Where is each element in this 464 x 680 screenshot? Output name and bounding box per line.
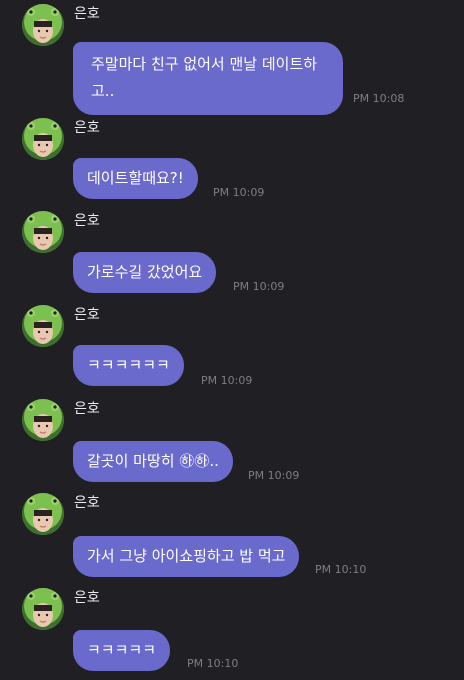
message-bubble[interactable]: 가로수길 갔었어요 [73, 252, 217, 293]
frog-hat-avatar-icon [22, 588, 64, 630]
frog-hat-avatar-icon [22, 4, 64, 46]
message-timestamp: PM 10:10 [315, 563, 367, 576]
sender-name: 은호 [74, 401, 100, 417]
frog-hat-avatar-icon [22, 305, 64, 347]
message-bubble[interactable]: 갈곳이 마땅히 ㉻㉻.. [73, 441, 233, 482]
avatar[interactable] [22, 399, 64, 441]
message-timestamp: PM 10:09 [201, 374, 253, 387]
message-bubble[interactable]: ㅋㅋㅋㅋㅋ [73, 630, 171, 671]
avatar[interactable] [22, 211, 64, 253]
message-timestamp: PM 10:09 [248, 469, 300, 482]
message-timestamp: PM 10:08 [353, 92, 405, 105]
sender-name: 은호 [74, 213, 100, 229]
avatar[interactable] [22, 118, 64, 160]
frog-hat-avatar-icon [22, 211, 64, 253]
message-timestamp: PM 10:09 [233, 280, 285, 293]
message-bubble[interactable]: 주말마다 친구 없어서 맨날 데이트하고.. [73, 42, 343, 115]
sender-name: 은호 [74, 6, 100, 22]
frog-hat-avatar-icon [22, 493, 64, 535]
message-timestamp: PM 10:10 [187, 657, 239, 670]
sender-name: 은호 [74, 590, 100, 606]
avatar[interactable] [22, 305, 64, 347]
message-bubble[interactable]: 데이트할때요?! [73, 158, 198, 199]
message-bubble[interactable]: ㅋㅋㅋㅋㅋㅋ [73, 345, 184, 386]
frog-hat-avatar-icon [22, 118, 64, 160]
message-timestamp: PM 10:09 [213, 186, 265, 199]
message-bubble[interactable]: 가서 그냥 아이쇼핑하고 밥 먹고 [73, 536, 300, 577]
avatar[interactable] [22, 588, 64, 630]
sender-name: 은호 [74, 495, 100, 511]
sender-name: 은호 [74, 120, 100, 136]
avatar[interactable] [22, 493, 64, 535]
avatar[interactable] [22, 4, 64, 46]
sender-name: 은호 [74, 307, 100, 323]
frog-hat-avatar-icon [22, 399, 64, 441]
